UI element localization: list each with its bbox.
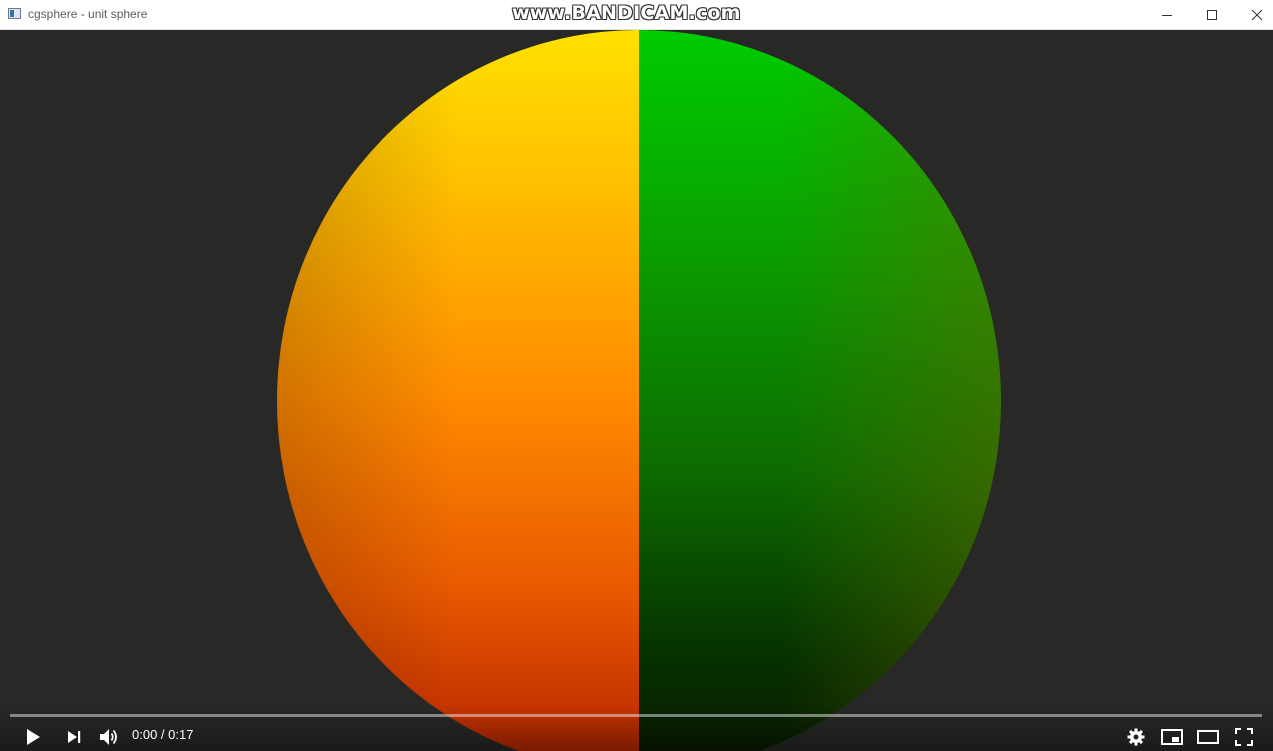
- time-separator: /: [157, 727, 169, 742]
- window-titlebar[interactable]: cgsphere - unit sphere www.BANDICAM.com: [0, 0, 1273, 30]
- volume-button[interactable]: [95, 723, 123, 751]
- play-icon: [27, 729, 40, 745]
- next-button[interactable]: [60, 723, 88, 751]
- maximize-icon: [1207, 9, 1217, 20]
- close-button[interactable]: [1234, 0, 1273, 29]
- volume-icon: [100, 729, 117, 745]
- minimize-button[interactable]: [1144, 0, 1190, 29]
- window-title: cgsphere - unit sphere: [28, 7, 148, 21]
- player-controls: 0:00 / 0:17: [0, 705, 1273, 751]
- video-frame: cgsphere - unit sphere www.BANDICAM.com: [0, 0, 1273, 751]
- render-canvas: [0, 30, 1273, 751]
- miniplayer-button[interactable]: [1158, 723, 1186, 751]
- bandicam-watermark: www.BANDICAM.com: [512, 2, 741, 24]
- close-icon: [1251, 9, 1263, 20]
- maximize-button[interactable]: [1189, 0, 1235, 29]
- theater-mode-button[interactable]: [1194, 723, 1222, 751]
- minimize-icon: [1162, 14, 1172, 16]
- settings-button[interactable]: [1122, 723, 1150, 751]
- fullscreen-button[interactable]: [1230, 723, 1258, 751]
- unit-sphere: [277, 30, 1001, 751]
- app-window-icon: [8, 8, 21, 19]
- fullscreen-icon: [1235, 728, 1253, 746]
- next-icon: [68, 731, 81, 743]
- gear-icon: [1127, 728, 1145, 746]
- theater-mode-icon: [1197, 730, 1219, 744]
- duration: 0:17: [168, 727, 194, 742]
- current-time: 0:00: [132, 727, 158, 742]
- miniplayer-icon: [1161, 729, 1183, 745]
- time-display: 0:00 / 0:17: [132, 727, 193, 742]
- play-button[interactable]: [19, 723, 47, 751]
- progress-bar[interactable]: [10, 714, 1262, 717]
